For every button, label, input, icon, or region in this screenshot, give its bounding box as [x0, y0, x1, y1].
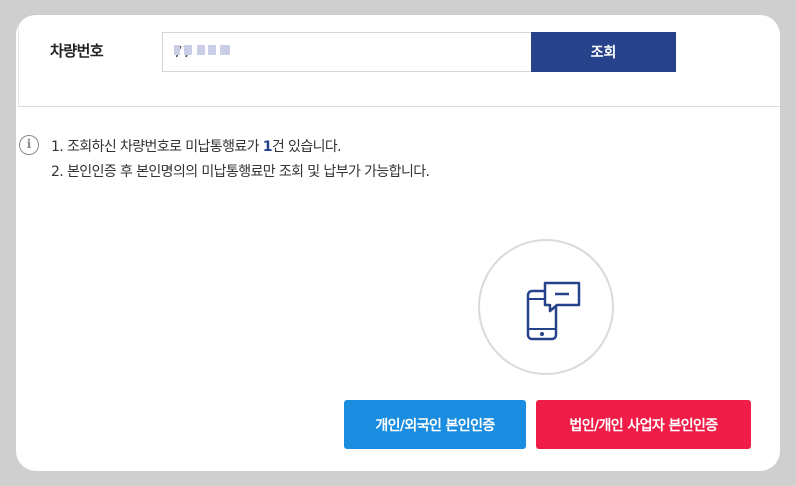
- notice-auth-required: 2. 본인인증 후 본인명의의 미납통행료만 조회 및 납부가 가능합니다.: [51, 164, 430, 180]
- mobile-phone-chat-icon: [526, 281, 581, 341]
- masked-text: [220, 45, 230, 55]
- masked-text: [197, 45, 205, 55]
- masked-text: [184, 45, 192, 55]
- plate-number-input[interactable]: [162, 32, 532, 72]
- notice-text: 1. 조회하신 차량번호로 미납통행료가: [51, 139, 263, 155]
- notice-unpaid-count: 1. 조회하신 차량번호로 미납통행료가 1건 있습니다.: [51, 136, 342, 156]
- mobile-auth-illustration: [478, 239, 614, 375]
- plate-number-label: 차량번호: [50, 42, 104, 60]
- unpaid-count: 1: [262, 139, 273, 155]
- search-button[interactable]: 조회: [531, 32, 676, 72]
- unpaid-toll-panel: 차량번호 조회 i 1. 조회하신 차량번호로 미납통행료가 1건 있습니다. …: [16, 15, 780, 471]
- personal-auth-button[interactable]: 개인/외국인 본인인증: [344, 400, 526, 449]
- notice-text: 건 있습니다.: [271, 139, 342, 155]
- masked-text: [208, 45, 216, 55]
- masked-text: [174, 45, 180, 55]
- plate-search-section: 차량번호 조회: [18, 15, 780, 107]
- info-icon: i: [19, 135, 39, 155]
- business-auth-button[interactable]: 법인/개인 사업자 본인인증: [536, 400, 751, 449]
